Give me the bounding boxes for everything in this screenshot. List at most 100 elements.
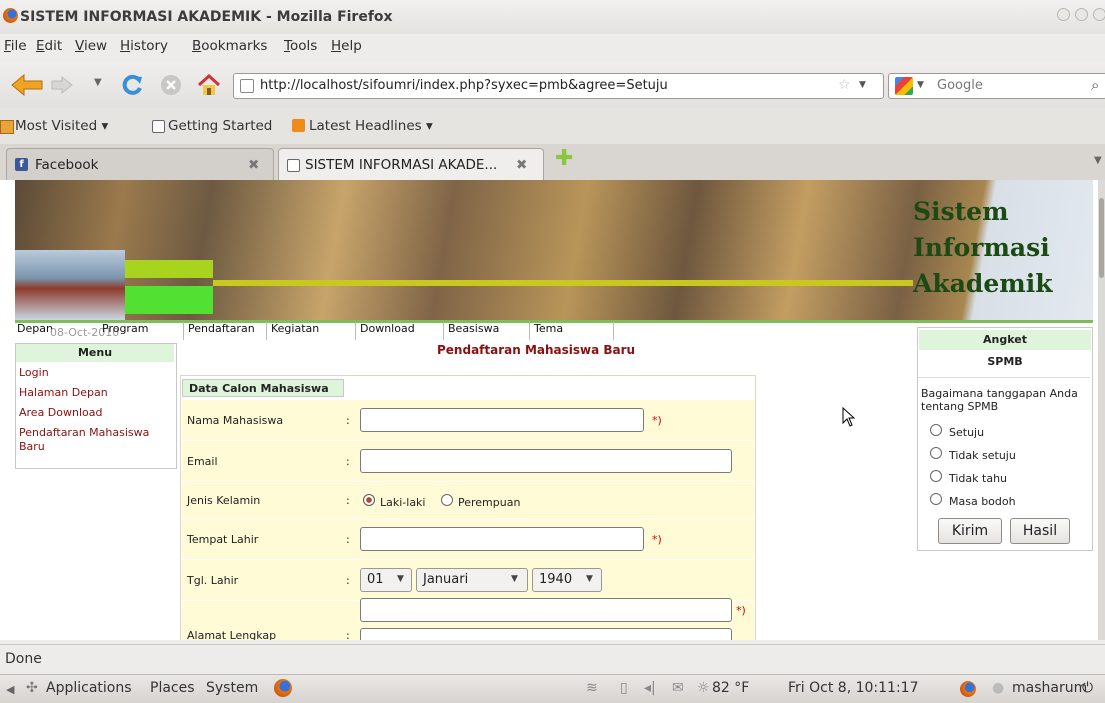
menu-bookmarks[interactable]: Bookmarks <box>192 38 267 54</box>
weather-icon: ☼ <box>697 680 710 696</box>
menu-view[interactable]: View <box>75 38 107 54</box>
tab-label: Facebook <box>35 157 99 173</box>
reload-icon[interactable] <box>120 74 144 96</box>
scrollbar-thumb[interactable] <box>1099 198 1104 278</box>
nav-download[interactable]: Download <box>360 322 415 335</box>
maximize-button[interactable] <box>1075 8 1088 21</box>
menu-places[interactable]: Places <box>150 680 195 696</box>
radio-perempuan[interactable] <box>441 494 453 506</box>
banner-accent <box>125 286 213 314</box>
option-masa-bodoh: Masa bodoh <box>949 495 1016 508</box>
stop-icon[interactable] <box>160 74 182 96</box>
radio-setuju[interactable] <box>930 424 942 436</box>
kirim-button[interactable]: Kirim <box>938 518 1002 544</box>
firefox-launcher-icon[interactable] <box>274 679 292 697</box>
radio-tidak-tahu[interactable] <box>930 470 942 482</box>
tab-facebook[interactable]: f Facebook ✖ <box>6 148 274 180</box>
menu-halaman-depan-link[interactable]: Halaman Depan <box>19 386 108 399</box>
mail-icon[interactable]: ✉ <box>672 680 684 696</box>
colon: : <box>346 533 350 546</box>
forward-icon[interactable] <box>50 74 74 96</box>
search-icon[interactable]: ⌕ <box>1091 76 1099 94</box>
option-tidak-setuju: Tidak setuju <box>949 449 1016 462</box>
nav-tema[interactable]: Tema <box>534 322 563 335</box>
home-icon[interactable] <box>196 74 222 96</box>
nav-divider <box>613 322 614 340</box>
menu-file[interactable]: File <box>4 38 27 54</box>
weather-temp[interactable]: 82 °F <box>712 680 749 696</box>
bookmark-most-visited[interactable]: Most Visited ▾ <box>15 118 108 134</box>
option-setuju: Setuju <box>949 426 985 439</box>
year-select[interactable]: 1940 ▼ <box>532 568 602 592</box>
tab-list-icon[interactable]: ▼ <box>1094 155 1102 166</box>
angket-subtitle: SPMB <box>987 355 1023 368</box>
panel-collapse-icon[interactable]: ◀ <box>6 683 14 696</box>
tab-bar: f Facebook ✖ SISTEM INFORMASI AKADE... ✖… <box>0 144 1105 181</box>
nav-depan[interactable]: Depan <box>17 322 53 335</box>
row-alamat: Alamat Lengkap : *) <box>182 598 754 640</box>
colon: : <box>346 455 350 468</box>
menu-applications[interactable]: Applications <box>46 680 132 696</box>
firefox-tray-icon[interactable] <box>960 681 976 697</box>
tab-close-icon[interactable]: ✖ <box>516 157 527 173</box>
shutdown-icon[interactable]: ⏻ <box>1082 680 1093 696</box>
hasil-button[interactable]: Hasil <box>1010 518 1070 544</box>
page-content: Sistem Informasi Akademik Depan 08-Oct-201… <box>0 180 1098 640</box>
radio-masa-bodoh[interactable] <box>930 493 942 505</box>
form-section-title: Data Calon Mahasiswa <box>182 379 344 397</box>
menu-pendaftaran-link-cont[interactable]: Baru <box>19 440 45 453</box>
window-title: SISTEM INFORMASI AKADEMIK - Mozilla Fire… <box>20 9 393 25</box>
nav-pendaftaran[interactable]: Pendaftaran <box>188 322 255 335</box>
url-dropdown-icon[interactable]: ▼ <box>859 80 866 90</box>
minimize-button[interactable] <box>1057 8 1070 21</box>
back-icon[interactable] <box>10 74 44 96</box>
tempat-lahir-input[interactable] <box>360 527 644 551</box>
menu-edit[interactable]: Edit <box>36 38 62 54</box>
email-input[interactable] <box>360 449 732 473</box>
url-bar[interactable]: http://localhost/sifoumri/index.php?syxe… <box>233 73 884 99</box>
search-engine-icon[interactable] <box>895 77 913 95</box>
wifi-icon[interactable]: ≋ <box>586 680 598 696</box>
status-text: Done <box>5 651 42 667</box>
option-laki-laki: Laki-laki <box>380 496 426 509</box>
radio-laki-laki[interactable] <box>363 494 375 506</box>
alamat-input-1[interactable] <box>360 598 732 622</box>
tab-close-icon[interactable]: ✖ <box>248 157 259 173</box>
row-jenis-kelamin: Jenis Kelamin : Laki-laki Perempuan <box>182 482 754 519</box>
history-dropdown-icon[interactable]: ▼ <box>94 77 102 88</box>
day-select[interactable]: 01 ▼ <box>360 568 412 592</box>
menu-tools[interactable]: Tools <box>284 38 317 54</box>
nav-program[interactable]: Program <box>102 322 148 335</box>
volume-icon[interactable]: ◂| <box>644 680 656 696</box>
option-tidak-tahu: Tidak tahu <box>949 472 1008 485</box>
nama-input[interactable] <box>360 408 644 432</box>
search-bar[interactable]: ▼ Google ⌕ <box>888 73 1105 99</box>
close-button[interactable] <box>1093 8 1105 21</box>
radio-tidak-setuju[interactable] <box>930 447 942 459</box>
month-select[interactable]: Januari ▼ <box>416 568 528 592</box>
nav-kegiatan[interactable]: Kegiatan <box>271 322 319 335</box>
rss-icon <box>292 119 305 132</box>
panel-clock[interactable]: Fri Oct 8, 10:11:17 <box>788 680 918 696</box>
user-name[interactable]: masharum <box>1012 680 1087 696</box>
bookmark-getting-started[interactable]: Getting Started <box>168 118 272 134</box>
bookmark-latest-headlines[interactable]: Latest Headlines ▾ <box>309 118 433 134</box>
menu-login-link[interactable]: Login <box>19 366 49 379</box>
battery-icon[interactable]: ▯ <box>620 680 628 696</box>
alamat-input-2[interactable] <box>360 628 732 640</box>
tab-sistem-informasi[interactable]: SISTEM INFORMASI AKADE... ✖ <box>278 148 544 180</box>
nav-beasiswa[interactable]: Beasiswa <box>448 322 499 335</box>
menu-system[interactable]: System <box>206 680 258 696</box>
new-tab-icon[interactable]: ✚ <box>555 146 573 171</box>
page-scrollbar[interactable] <box>1098 180 1105 640</box>
menu-area-download-link[interactable]: Area Download <box>19 406 103 419</box>
nav-divider <box>183 322 184 340</box>
menu-pendaftaran-link[interactable]: Pendaftaran Mahasiswa <box>19 426 149 439</box>
label-email: Email <box>187 455 218 468</box>
user-status-icon: ● <box>992 680 1005 696</box>
tab-label: SISTEM INFORMASI AKADE... <box>305 157 498 173</box>
menu-help[interactable]: Help <box>331 38 362 54</box>
bookmark-star-icon[interactable]: ☆ <box>838 77 851 93</box>
search-engine-dropdown-icon[interactable]: ▼ <box>917 80 924 90</box>
menu-history[interactable]: History <box>120 38 168 54</box>
